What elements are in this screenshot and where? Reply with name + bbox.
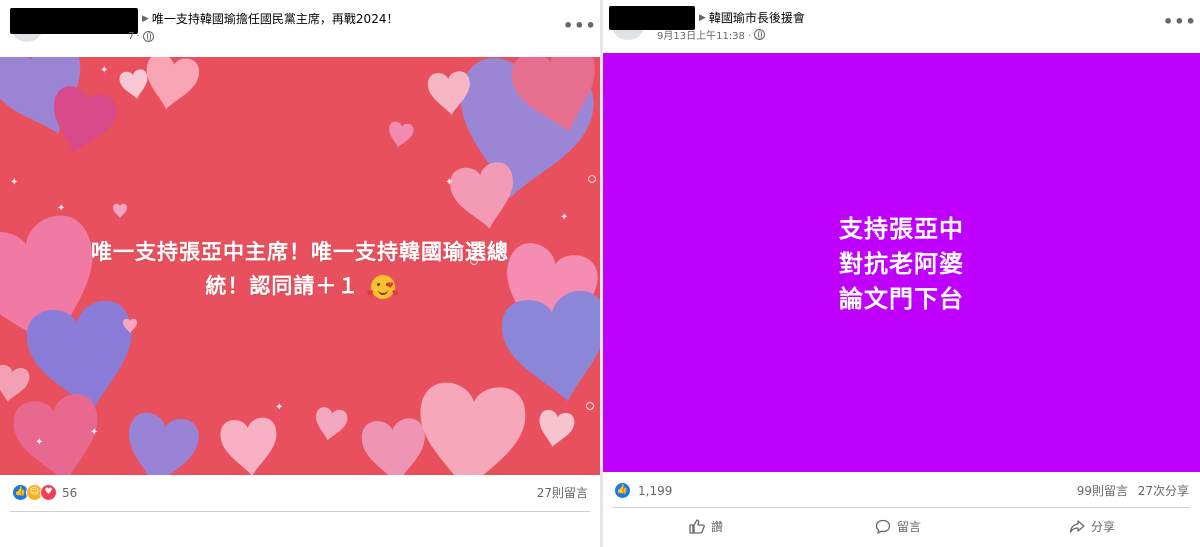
share-label: 分享: [1091, 520, 1116, 534]
globe-icon: [754, 29, 766, 40]
love-icon: ♥: [40, 484, 57, 501]
share-count[interactable]: 27次分享: [1138, 482, 1189, 499]
post-stats: 👍 1,199 99則留言 27次分享: [603, 474, 1200, 504]
timestamp[interactable]: 7: [128, 31, 134, 42]
caret-right-icon: ▶: [142, 13, 149, 24]
image-caption-text: 統！認同請＋１: [205, 274, 360, 298]
like-icon: 👍: [614, 482, 631, 499]
timestamp[interactable]: 9月13日上午11:38 ·: [657, 27, 751, 42]
smiling-face-with-hearts-icon: ♥ ♥ ♥: [367, 275, 399, 299]
thumbs-up-icon: [689, 519, 705, 534]
group-title-link[interactable]: 韓國瑜市長後援會: [709, 9, 805, 26]
caret-right-icon: ▶: [699, 12, 706, 23]
share-icon: [1069, 520, 1085, 533]
post-title-row: ▶ 唯一支持韓國瑜擔任國民黨主席，再戰2024！: [142, 10, 398, 27]
more-options-icon[interactable]: •••: [563, 16, 597, 35]
post-image[interactable]: ✦ ✦ ✦ ✦ ✦ ✦ ✦ ✦ 唯一支持張亞中主席！唯一支持韓國瑜選總 統！認同…: [0, 57, 600, 475]
image-caption-line: 統！認同請＋１ ♥ ♥ ♥: [0, 269, 600, 303]
reaction-count: 56: [62, 485, 78, 500]
divider: [10, 511, 590, 512]
comment-icon: [875, 519, 891, 534]
action-bar: 讚 留言 分享: [603, 514, 1200, 542]
redaction-block: [10, 8, 138, 34]
image-caption-line: 論文門下台: [839, 285, 964, 313]
group-title-link[interactable]: 唯一支持韓國瑜擔任國民黨主席，再戰2024！: [152, 10, 399, 27]
image-caption-line: 唯一支持張亞中主席！唯一支持韓國瑜選總: [91, 240, 509, 264]
right-post: ▶ 韓國瑜市長後援會 9月13日上午11:38 · ••• 支持張亞中 對抗老阿…: [603, 0, 1200, 547]
comment-count[interactable]: 99則留言: [1077, 482, 1128, 499]
comment-button[interactable]: 留言: [875, 518, 921, 535]
more-options-icon[interactable]: •••: [1163, 12, 1197, 31]
reaction-summary[interactable]: 👍 ☺ ♥ 56: [12, 484, 77, 501]
reaction-summary[interactable]: 👍 1,199: [614, 482, 672, 499]
post-header: ▶ 唯一支持韓國瑜擔任國民黨主席，再戰2024！ 7 · •••: [0, 0, 600, 52]
divider: [613, 507, 1190, 508]
post-title-row: ▶ 韓國瑜市長後援會: [699, 9, 805, 26]
post-stats: 👍 ☺ ♥ 56 27則留言: [0, 476, 600, 506]
comment-count[interactable]: 27則留言: [537, 484, 588, 501]
post-header: ▶ 韓國瑜市長後援會 9月13日上午11:38 · •••: [603, 0, 1200, 52]
image-caption: 唯一支持張亞中主席！唯一支持韓國瑜選總 統！認同請＋１ ♥ ♥ ♥: [0, 235, 600, 303]
post-image[interactable]: 支持張亞中 對抗老阿婆 論文門下台: [603, 53, 1200, 472]
image-caption-line: 對抗老阿婆: [839, 250, 964, 278]
globe-icon: [142, 31, 154, 42]
comment-label: 留言: [897, 520, 922, 534]
left-post: ▶ 唯一支持韓國瑜擔任國民黨主席，再戰2024！ 7 · ••• ✦ ✦ ✦ ✦…: [0, 0, 600, 547]
like-label: 讚: [711, 520, 724, 534]
image-caption-line: 支持張亞中: [839, 215, 964, 243]
post-meta: 9月13日上午11:38 ·: [657, 27, 766, 42]
reaction-count: 1,199: [638, 483, 673, 498]
image-caption: 支持張亞中 對抗老阿婆 論文門下台: [603, 212, 1200, 317]
share-button[interactable]: 分享: [1069, 518, 1115, 535]
post-meta: 7 ·: [128, 31, 154, 42]
like-button[interactable]: 讚: [689, 518, 723, 535]
